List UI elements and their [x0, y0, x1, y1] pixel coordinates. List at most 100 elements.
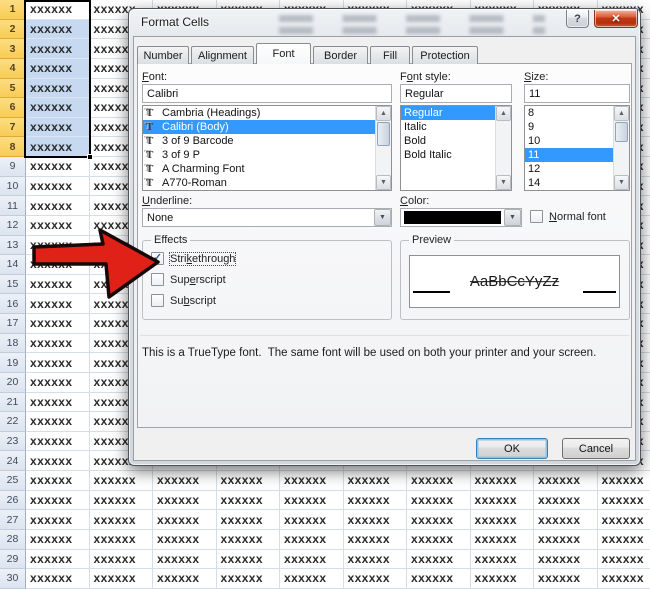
spreadsheet-cell[interactable]: xxxxxx	[153, 471, 217, 491]
spreadsheet-cell[interactable]: xxxxxx	[26, 510, 90, 530]
spreadsheet-cell[interactable]: xxxxxx	[26, 550, 90, 570]
spreadsheet-cell[interactable]: xxxxxx	[598, 510, 650, 530]
size-listbox[interactable]: ▲ ▼ 8910111214	[524, 105, 630, 191]
row-header[interactable]: 29	[0, 550, 26, 570]
row-header[interactable]: 8	[0, 137, 26, 157]
spreadsheet-cell[interactable]: xxxxxx	[534, 510, 598, 530]
selection-border[interactable]	[24, 0, 91, 158]
spreadsheet-cell[interactable]: xxxxxx	[217, 550, 281, 570]
list-item[interactable]: T3 of 9 P	[143, 148, 375, 162]
scrollbar-thumb[interactable]	[377, 122, 390, 146]
spreadsheet-cell[interactable]: xxxxxx	[26, 216, 90, 236]
spreadsheet-cell[interactable]: xxxxxx	[471, 550, 535, 570]
tab-number[interactable]: Number	[137, 46, 189, 64]
spreadsheet-cell[interactable]: xxxxxx	[534, 569, 598, 589]
list-item[interactable]: TCambria (Headings)	[143, 106, 375, 120]
spreadsheet-cell[interactable]: xxxxxx	[153, 510, 217, 530]
spreadsheet-cell[interactable]: xxxxxx	[471, 530, 535, 550]
spreadsheet-cell[interactable]: xxxxxx	[534, 550, 598, 570]
tab-border[interactable]: Border	[313, 46, 368, 64]
row-header[interactable]: 16	[0, 294, 26, 314]
font-style-input[interactable]: Regular	[400, 84, 512, 103]
scroll-down-icon[interactable]: ▼	[614, 175, 629, 190]
row-header[interactable]: 22	[0, 412, 26, 432]
row-header[interactable]: 14	[0, 255, 26, 275]
spreadsheet-cell[interactable]: xxxxxx	[90, 550, 154, 570]
tab-alignment[interactable]: Alignment	[191, 46, 254, 64]
font-style-scrollbar[interactable]: ▲ ▼	[495, 106, 511, 190]
spreadsheet-cell[interactable]: xxxxxx	[26, 177, 90, 197]
spreadsheet-cell[interactable]: xxxxxx	[26, 530, 90, 550]
spreadsheet-cell[interactable]: xxxxxx	[26, 157, 90, 177]
scroll-up-icon[interactable]: ▲	[496, 106, 511, 121]
scroll-up-icon[interactable]: ▲	[614, 106, 629, 121]
row-header[interactable]: 11	[0, 196, 26, 216]
spreadsheet-cell[interactable]: xxxxxx	[344, 510, 408, 530]
spreadsheet-cell[interactable]: xxxxxx	[26, 432, 90, 452]
tab-font[interactable]: Font	[256, 43, 311, 64]
row-header[interactable]: 17	[0, 314, 26, 334]
spreadsheet-cell[interactable]: xxxxxx	[26, 314, 90, 334]
ok-button[interactable]: OK	[476, 438, 548, 459]
row-header[interactable]: 19	[0, 353, 26, 373]
spreadsheet-cell[interactable]: xxxxxx	[90, 530, 154, 550]
spreadsheet-cell[interactable]: xxxxxx	[26, 255, 90, 275]
font-list-scrollbar[interactable]: ▲ ▼	[375, 106, 391, 190]
scroll-down-icon[interactable]: ▼	[376, 175, 391, 190]
spreadsheet-cell[interactable]: xxxxxx	[280, 530, 344, 550]
scroll-up-icon[interactable]: ▲	[376, 106, 391, 121]
spreadsheet-cell[interactable]: xxxxxx	[407, 510, 471, 530]
font-input[interactable]: Calibri	[142, 84, 392, 103]
spreadsheet-cell[interactable]: xxxxxx	[217, 510, 281, 530]
font-style-listbox[interactable]: ▲ ▼ RegularItalicBoldBold Italic	[400, 105, 512, 191]
list-item[interactable]: 10	[525, 134, 613, 148]
spreadsheet-cell[interactable]: xxxxxx	[217, 569, 281, 589]
spreadsheet-cell[interactable]: xxxxxx	[344, 569, 408, 589]
spreadsheet-cell[interactable]: xxxxxx	[471, 510, 535, 530]
selection-fill-handle[interactable]	[87, 154, 93, 160]
row-header[interactable]: 4	[0, 59, 26, 79]
tab-fill[interactable]: Fill	[370, 46, 410, 64]
list-item[interactable]: 12	[525, 162, 613, 176]
color-dropdown[interactable]: ▼	[400, 208, 522, 227]
chevron-down-icon[interactable]: ▼	[374, 209, 391, 226]
row-header[interactable]: 15	[0, 275, 26, 295]
row-header[interactable]: 26	[0, 491, 26, 511]
underline-dropdown[interactable]: None ▼	[142, 208, 392, 227]
effect-checkbox-row[interactable]: Subscript	[151, 294, 216, 307]
spreadsheet-cell[interactable]: xxxxxx	[26, 569, 90, 589]
row-header[interactable]: 6	[0, 98, 26, 118]
spreadsheet-cell[interactable]: xxxxxx	[598, 530, 650, 550]
spreadsheet-cell[interactable]: xxxxxx	[26, 412, 90, 432]
spreadsheet-cell[interactable]: xxxxxx	[217, 491, 281, 511]
spreadsheet-cell[interactable]: xxxxxx	[217, 471, 281, 491]
row-header[interactable]: 7	[0, 118, 26, 138]
spreadsheet-cell[interactable]: xxxxxx	[280, 491, 344, 511]
normal-font-checkbox-row[interactable]: Normal font	[530, 210, 606, 223]
spreadsheet-cell[interactable]: xxxxxx	[471, 491, 535, 511]
spreadsheet-cell[interactable]: xxxxxx	[534, 491, 598, 511]
list-item[interactable]: T3 of 9 Barcode	[143, 134, 375, 148]
spreadsheet-cell[interactable]: xxxxxx	[90, 491, 154, 511]
row-header[interactable]: 30	[0, 569, 26, 589]
spreadsheet-cell[interactable]: xxxxxx	[344, 471, 408, 491]
list-item[interactable]: Bold Italic	[401, 148, 495, 162]
spreadsheet-cell[interactable]: xxxxxx	[26, 373, 90, 393]
spreadsheet-cell[interactable]: xxxxxx	[153, 491, 217, 511]
spreadsheet-cell[interactable]: xxxxxx	[280, 510, 344, 530]
spreadsheet-cell[interactable]: xxxxxx	[26, 353, 90, 373]
scrollbar-thumb[interactable]	[615, 122, 628, 142]
cancel-button[interactable]: Cancel	[562, 438, 630, 459]
spreadsheet-cell[interactable]: xxxxxx	[153, 569, 217, 589]
row-header[interactable]: 20	[0, 373, 26, 393]
tab-protection[interactable]: Protection	[412, 46, 478, 64]
spreadsheet-cell[interactable]: xxxxxx	[280, 569, 344, 589]
spreadsheet-cell[interactable]: xxxxxx	[26, 471, 90, 491]
row-header[interactable]: 10	[0, 177, 26, 197]
spreadsheet-cell[interactable]: xxxxxx	[471, 569, 535, 589]
spreadsheet-cell[interactable]: xxxxxx	[344, 491, 408, 511]
row-header[interactable]: 27	[0, 510, 26, 530]
spreadsheet-cell[interactable]: xxxxxx	[344, 550, 408, 570]
row-header[interactable]: 9	[0, 157, 26, 177]
spreadsheet-cell[interactable]: xxxxxx	[598, 550, 650, 570]
